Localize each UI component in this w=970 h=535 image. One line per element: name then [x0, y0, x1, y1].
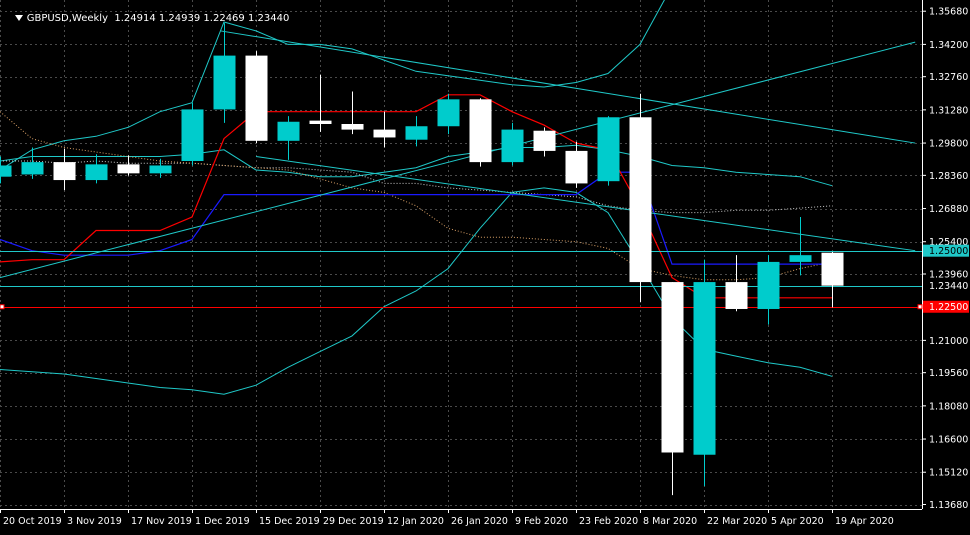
y-tick-label: 1.15120 — [929, 468, 968, 479]
y-tick-label: 1.28360 — [929, 171, 968, 182]
x-tick-label: 26 Jan 2020 — [451, 516, 508, 527]
y-tick-label: 1.19560 — [929, 368, 968, 379]
y-tick-label: 1.23960 — [929, 270, 968, 281]
x-tick-label: 17 Nov 2019 — [131, 516, 192, 527]
candle-body[interactable] — [533, 130, 556, 151]
candle-body[interactable] — [725, 282, 748, 309]
y-tick-label: 1.13680 — [929, 500, 968, 511]
x-tick-label: 5 Apr 2020 — [771, 516, 824, 527]
candle-body[interactable] — [309, 120, 332, 124]
price-label: 1.22500 — [929, 302, 968, 313]
y-tick-label: 1.32760 — [929, 72, 968, 83]
candle-body[interactable] — [117, 164, 140, 174]
y-tick-label: 1.18080 — [929, 401, 968, 412]
y-tick-label: 1.29800 — [929, 139, 968, 150]
x-tick-label: 15 Dec 2019 — [259, 516, 320, 527]
candle-body[interactable] — [341, 123, 364, 130]
y-tick-label: 1.35680 — [929, 7, 968, 18]
y-tick-label: 1.16600 — [929, 435, 968, 446]
candle-body[interactable] — [213, 55, 236, 110]
y-tick-label: 1.31280 — [929, 105, 968, 116]
x-tick-label: 8 Mar 2020 — [643, 516, 697, 527]
line-anchor-marker[interactable] — [0, 304, 5, 310]
y-tick-label: 1.21000 — [929, 336, 968, 347]
candle-body[interactable] — [181, 109, 204, 161]
candle-body[interactable] — [373, 129, 396, 138]
x-tick-label: 22 Mar 2020 — [707, 516, 767, 527]
x-tick-label: 23 Feb 2020 — [579, 516, 638, 527]
candle-body[interactable] — [405, 126, 428, 140]
candle-body[interactable] — [629, 117, 652, 283]
candle-body[interactable] — [597, 117, 620, 182]
x-tick-label: 19 Apr 2020 — [835, 516, 894, 527]
candle-body[interactable] — [693, 282, 716, 455]
candle-body[interactable] — [277, 121, 300, 141]
x-tick-label: 1 Dec 2019 — [195, 516, 250, 527]
candle-body[interactable] — [501, 129, 524, 163]
x-tick-label: 20 Oct 2019 — [3, 516, 62, 527]
candle-body[interactable] — [821, 252, 844, 286]
price-label: 1.25000 — [929, 246, 968, 257]
y-tick-label: 1.26880 — [929, 204, 968, 215]
symbol-info-bar: GBPUSD,Weekly 1.24914 1.24939 1.22469 1.… — [2, 2, 289, 35]
chart-area[interactable]: 1.35680 1.34200 1.32760 1.31280 1.29800 1.283… — [0, 0, 970, 531]
ohlc-readout: 1.24914 1.24939 1.22469 1.23440 — [114, 13, 290, 24]
line-anchor-marker[interactable] — [917, 304, 923, 310]
candle-body[interactable] — [149, 165, 172, 174]
candle-body[interactable] — [437, 99, 460, 127]
candle-body[interactable] — [245, 55, 268, 141]
chevron-down-icon[interactable] — [14, 15, 23, 21]
candle-body[interactable] — [469, 99, 492, 163]
x-tick-label: 12 Jan 2020 — [387, 516, 444, 527]
y-tick-label: 1.34200 — [929, 40, 968, 51]
x-tick-label: 3 Nov 2019 — [67, 516, 122, 527]
x-tick-label: 29 Dec 2019 — [323, 516, 384, 527]
candle-body[interactable] — [0, 165, 12, 177]
price-chart-svg[interactable]: 1.35680 1.34200 1.32760 1.31280 1.29800 1.283… — [0, 0, 970, 531]
candle-body[interactable] — [53, 162, 76, 181]
candle-body[interactable] — [21, 162, 44, 175]
candle-body[interactable] — [661, 282, 684, 453]
symbol-label: GBPUSD,Weekly — [26, 13, 108, 24]
candle-body[interactable] — [757, 261, 780, 309]
candle-body[interactable] — [789, 255, 812, 262]
candle-body[interactable] — [565, 150, 588, 184]
candle-body[interactable] — [85, 164, 108, 181]
price-label: 1.23440 — [929, 281, 968, 292]
x-tick-label: 9 Feb 2020 — [515, 516, 568, 527]
